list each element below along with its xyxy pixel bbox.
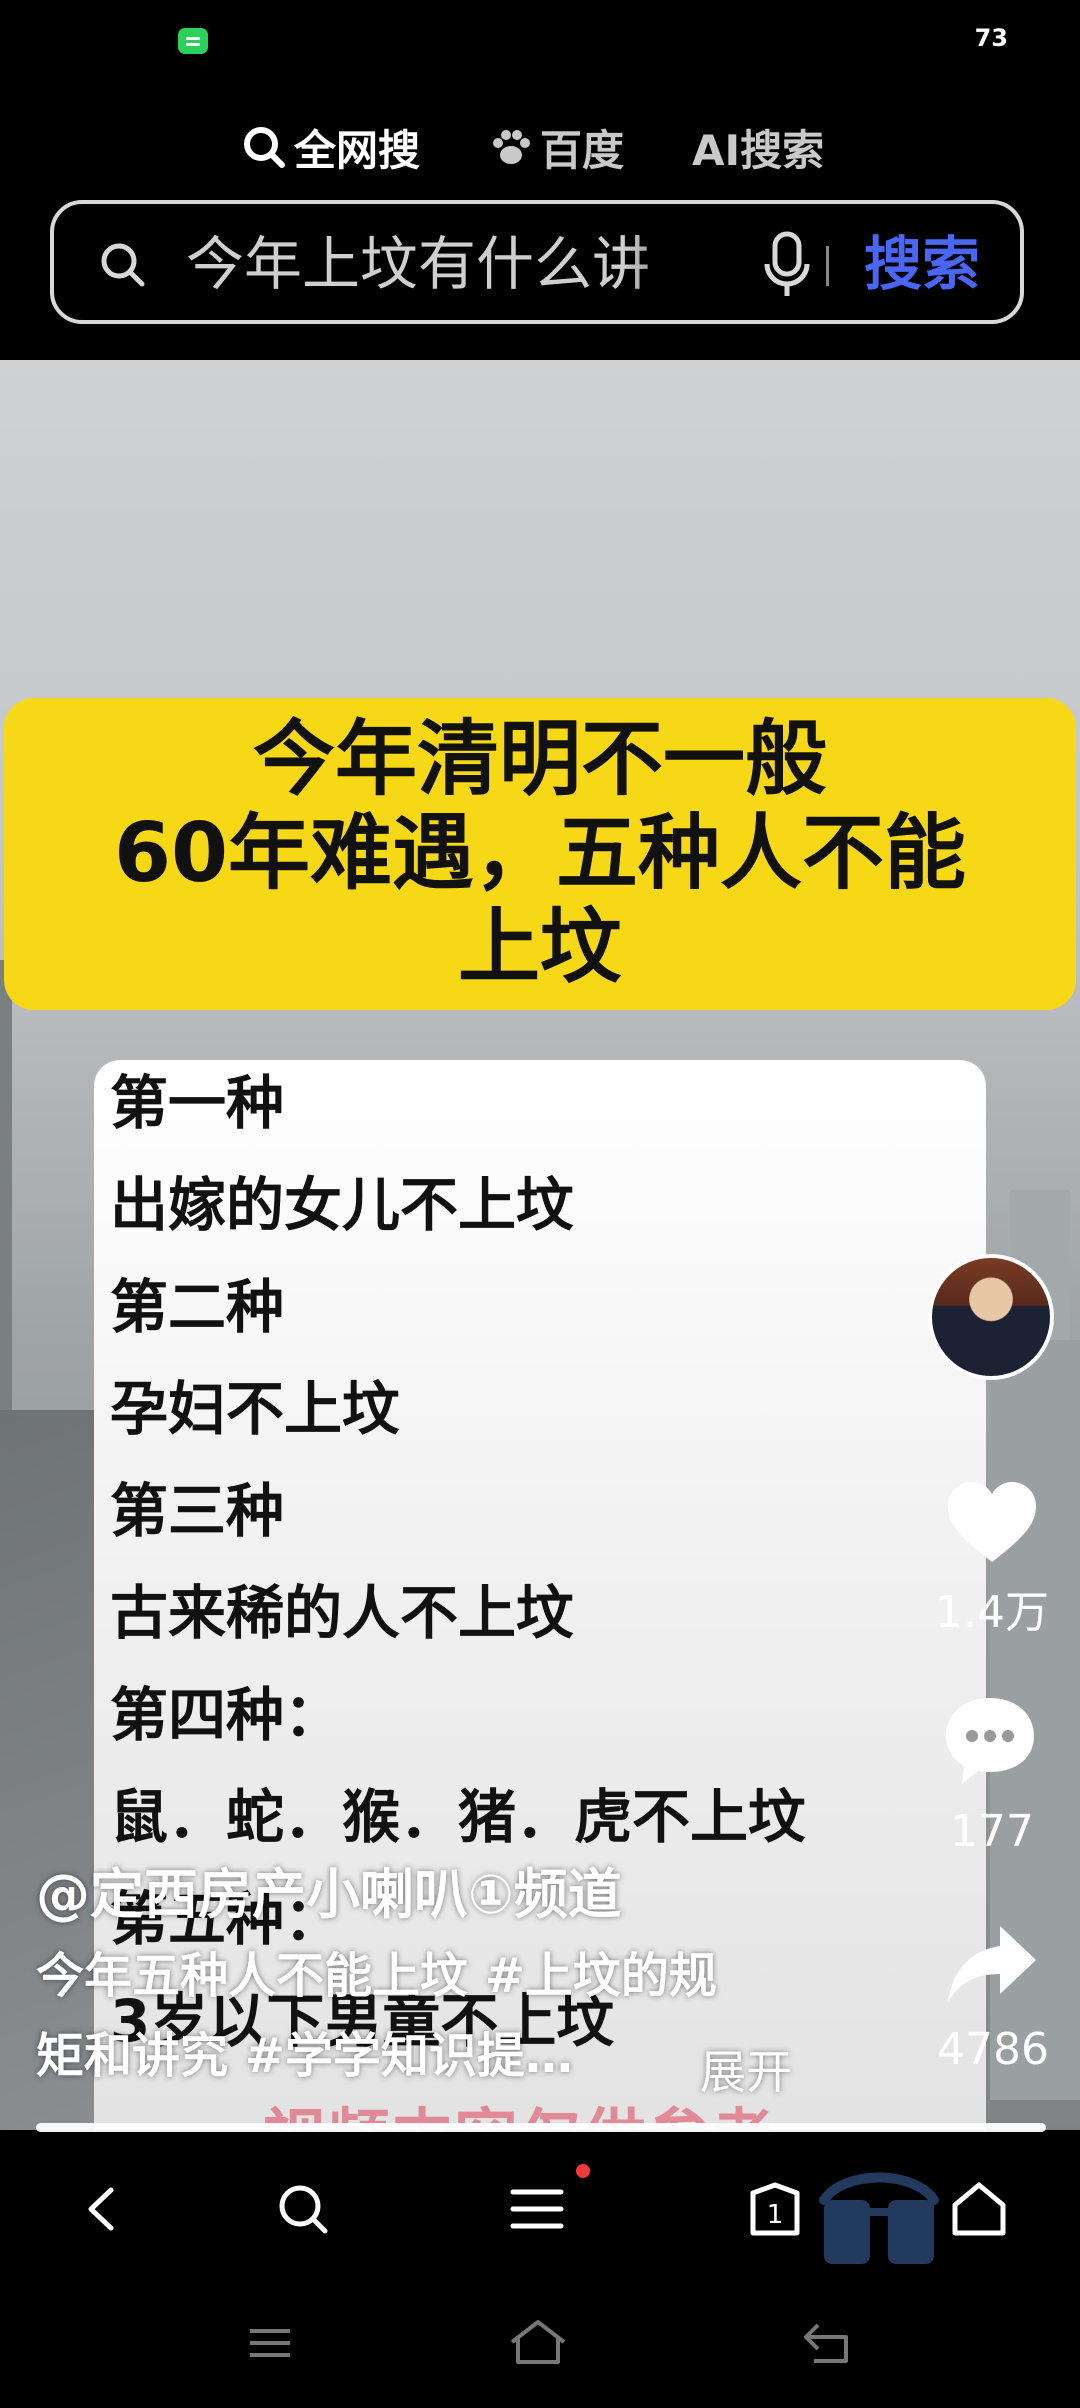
notification-dot (576, 2164, 590, 2178)
incognito-glasses-icon[interactable] (814, 2160, 944, 2270)
share-count: 4786 (937, 2024, 1049, 2075)
search-button[interactable]: 搜索 (864, 224, 980, 304)
banner-line: 今年清明不一般 (252, 712, 827, 807)
home-icon (952, 2182, 1006, 2236)
search-source-tabs: 全网搜 百度 AI搜索 (0, 112, 1080, 182)
tab-count-icon: 1 (750, 2182, 800, 2236)
comment-icon[interactable] (940, 1692, 1040, 1788)
microphone-icon[interactable] (762, 230, 812, 300)
card-line: 孕妇不上坟 (110, 1375, 401, 1443)
card-line: 第四种： (110, 1681, 343, 1749)
card-line: 古来稀的人不上坟 (110, 1579, 575, 1647)
tab-label: 全网搜 (294, 125, 421, 175)
heart-icon[interactable] (944, 1478, 1040, 1566)
back-button[interactable] (66, 2174, 136, 2244)
tab-label: AI搜索 (692, 125, 825, 175)
tab-baidu[interactable]: 百度 (490, 112, 624, 182)
search-icon (244, 127, 285, 168)
recent-apps-button[interactable] (240, 2318, 300, 2368)
system-navigation-bar (0, 2278, 1080, 2408)
like-count: 1.4万 (935, 1587, 1049, 1638)
card-line: 第三种 (110, 1477, 285, 1545)
back-icon (804, 2323, 848, 2363)
card-line: 第二种 (110, 1273, 285, 1341)
comment-count: 177 (950, 1806, 1034, 1857)
card-line: 出嫁的女儿不上坟 (110, 1171, 575, 1239)
menu-icon (250, 2329, 290, 2357)
menu-button[interactable] (502, 2174, 572, 2244)
menu-icon (510, 2189, 564, 2229)
share-arrow-icon[interactable] (944, 1922, 1040, 2008)
paw-icon (493, 130, 530, 164)
tab-label: 百度 (540, 125, 625, 175)
chevron-left-icon (88, 2187, 114, 2231)
system-back-button[interactable] (796, 2318, 856, 2368)
tabs-button[interactable]: 1 (740, 2174, 810, 2244)
video-progress-bar[interactable] (36, 2123, 1046, 2132)
system-home-button[interactable] (508, 2318, 568, 2368)
search-icon (279, 2185, 328, 2234)
nav-search-button[interactable] (268, 2174, 338, 2244)
expand-button[interactable]: 展开 (700, 2036, 792, 2102)
battery-level: 73 (974, 24, 1008, 52)
video-title-banner: 今年清明不一般 60年难遇，五种人不能 上坟 (4, 698, 1076, 1010)
banner-line: 上坟 (457, 900, 622, 995)
message-notification-icon (178, 28, 208, 54)
banner-line: 60年难遇，五种人不能 (113, 806, 967, 901)
author-name[interactable]: @定西房产小喇叭①频道 (36, 1850, 622, 1929)
search-box[interactable]: 今年上坟有什么讲 搜索 (50, 200, 1024, 324)
tab-ai-search[interactable]: AI搜索 (692, 112, 824, 182)
video-description: 矩和讲究 #学学知识提… (36, 2028, 573, 2084)
author-avatar[interactable] (928, 1254, 1054, 1380)
svg-text:1: 1 (767, 2200, 784, 2230)
divider (826, 246, 829, 286)
tab-all-web-search[interactable]: 全网搜 (242, 112, 420, 182)
status-bar: 73 (0, 0, 1080, 80)
search-icon (101, 243, 145, 287)
card-line: 第一种 (110, 1069, 285, 1137)
video-description: 今年五种人不能上坟 #上坟的规 (36, 1948, 717, 2004)
card-line: 鼠．蛇．猴．猪．虎不上坟 (110, 1783, 807, 1851)
search-input[interactable]: 今年上坟有什么讲 (186, 226, 746, 302)
home-button[interactable] (944, 2174, 1014, 2244)
home-icon (510, 2320, 566, 2364)
